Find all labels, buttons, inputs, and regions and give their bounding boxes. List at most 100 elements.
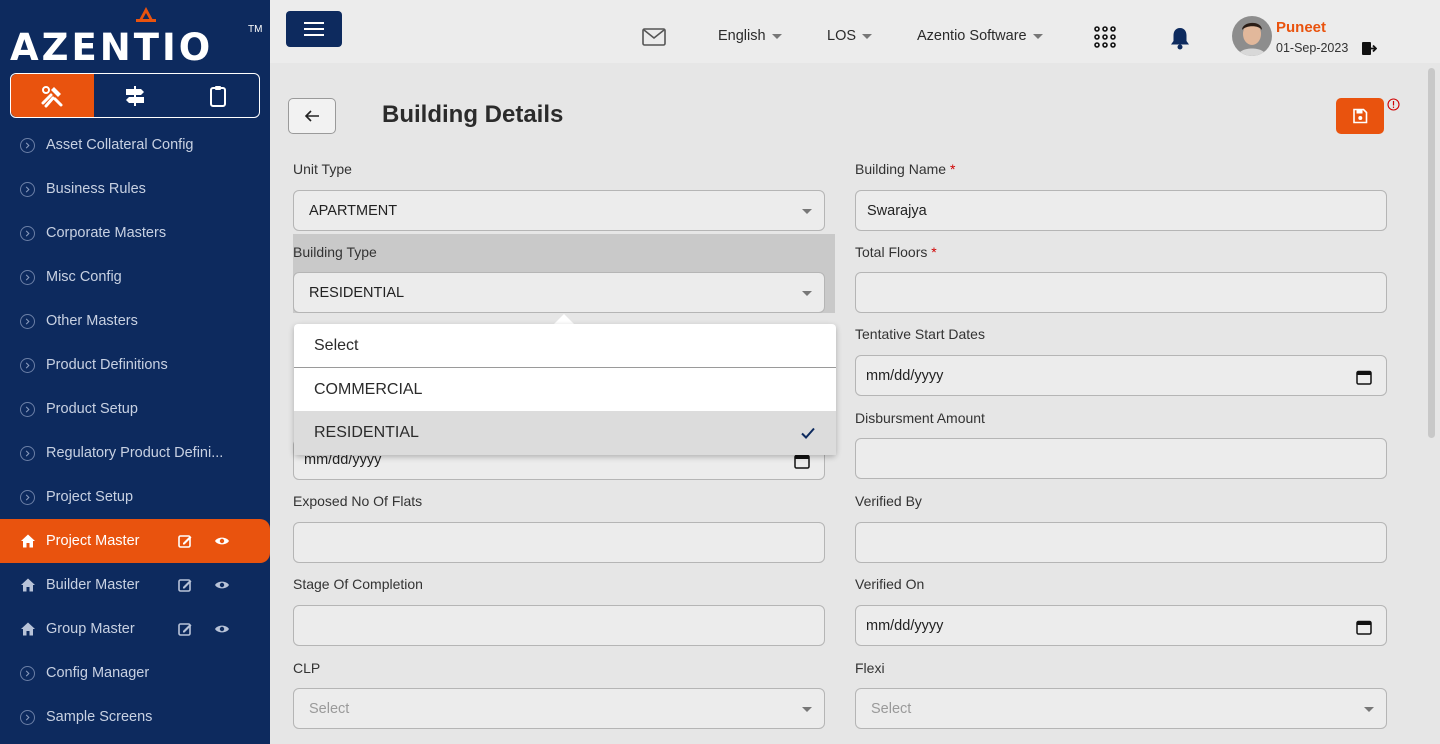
dropdown-option-residential[interactable]: RESIDENTIAL: [294, 411, 836, 455]
apps-grid-icon[interactable]: [1094, 26, 1116, 48]
logout-icon[interactable]: [1361, 41, 1377, 56]
sidebar-item-group-master[interactable]: Group Master: [0, 607, 270, 651]
language-value: English: [718, 28, 766, 44]
stage-of-completion-input[interactable]: [293, 605, 825, 646]
disbursment-amount-input[interactable]: [855, 438, 1387, 479]
brand-name: AZENTIO: [10, 26, 214, 69]
logo-mark-icon: [136, 7, 156, 22]
avatar[interactable]: [1232, 16, 1272, 56]
unit-type-value: APARTMENT: [309, 202, 398, 219]
sidebar-item-label: Config Manager: [46, 665, 150, 681]
tentative-start-dates-input[interactable]: mm/dd/yyyy: [855, 355, 1387, 396]
sidebar-item-builder-master[interactable]: Builder Master: [0, 563, 270, 607]
sidebar: AZENTIO TM Asset Collateral Config Busin…: [0, 0, 270, 744]
bell-icon[interactable]: [1169, 26, 1191, 50]
sidebar-item-sample-screens[interactable]: Sample Screens: [0, 695, 270, 739]
language-dropdown[interactable]: English: [718, 28, 782, 44]
caret-down-icon: [1032, 33, 1043, 39]
save-icon: [1353, 108, 1368, 124]
mode-switch: [10, 73, 260, 118]
back-button[interactable]: [288, 98, 336, 134]
chevron-right-icon: [20, 709, 35, 725]
user-name: Puneet: [1276, 19, 1327, 36]
save-button[interactable]: [1336, 98, 1384, 134]
user-date: 01-Sep-2023: [1276, 41, 1349, 55]
total-floors-input[interactable]: [855, 272, 1387, 313]
building-name-input[interactable]: Swarajya: [855, 190, 1387, 231]
required-asterisk: *: [949, 161, 956, 177]
clipboard-icon: [209, 85, 226, 107]
caret-down-icon: [862, 33, 873, 39]
sidebar-item-label: Project Master: [46, 533, 140, 549]
home-icon: [21, 622, 35, 636]
tentative-start-dates-value: mm/dd/yyyy: [866, 367, 944, 384]
dropdown-option-commercial[interactable]: COMMERCIAL: [294, 368, 836, 412]
building-type-select[interactable]: RESIDENTIAL: [293, 272, 825, 313]
edit-icon[interactable]: [177, 621, 193, 637]
clp-label: CLP: [293, 660, 321, 676]
sidebar-item-business-rules[interactable]: Business Rules: [0, 167, 270, 211]
sidebar-item-other-masters[interactable]: Other Masters: [0, 299, 270, 343]
info-icon[interactable]: [1387, 98, 1400, 111]
verified-by-input[interactable]: [855, 522, 1387, 563]
exposed-no-of-flats-label: Exposed No Of Flats: [293, 493, 423, 509]
chevron-right-icon: [20, 401, 35, 417]
view-icon[interactable]: [214, 577, 230, 593]
sidebar-item-regulatory-product-definitions[interactable]: Regulatory Product Defini...: [0, 431, 270, 475]
view-icon[interactable]: [214, 533, 230, 549]
clp-select[interactable]: Select: [293, 688, 825, 729]
sidebar-item-label: Product Setup: [46, 401, 138, 417]
sidebar-item-label: Project Setup: [46, 489, 134, 505]
sidebar-item-label: Asset Collateral Config: [46, 137, 194, 153]
sidebar-item-asset-collateral-config[interactable]: Asset Collateral Config: [0, 123, 270, 167]
total-floors-label-text: Total Floors: [855, 244, 928, 260]
dropdown-option-select[interactable]: Select: [294, 324, 836, 368]
mode-tools-button[interactable]: [11, 74, 94, 117]
menu-toggle-button[interactable]: [286, 11, 342, 47]
sidebar-item-product-setup[interactable]: Product Setup: [0, 387, 270, 431]
chevron-right-icon: [20, 181, 35, 197]
calendar-icon[interactable]: [1356, 369, 1372, 385]
mail-icon[interactable]: [642, 28, 666, 46]
sidebar-item-product-definitions[interactable]: Product Definitions: [0, 343, 270, 387]
edit-icon[interactable]: [177, 533, 193, 549]
building-type-label: Building Type: [293, 244, 377, 260]
disbursment-amount-label: Disbursment Amount: [855, 410, 985, 426]
chevron-right-icon: [20, 225, 35, 241]
mode-signpost-button[interactable]: [94, 74, 177, 117]
module-dropdown[interactable]: LOS: [827, 28, 873, 44]
flexi-label: Flexi: [855, 660, 885, 676]
scrollbar[interactable]: [1428, 68, 1435, 438]
view-icon[interactable]: [214, 621, 230, 637]
company-dropdown[interactable]: Azentio Software: [917, 28, 1043, 44]
page-title: Building Details: [382, 101, 564, 128]
unit-type-label: Unit Type: [293, 161, 352, 177]
sidebar-item-label: Group Master: [46, 621, 135, 637]
flexi-placeholder: Select: [871, 700, 912, 717]
clp-placeholder: Select: [309, 700, 350, 717]
verified-on-input[interactable]: mm/dd/yyyy: [855, 605, 1387, 646]
item-actions: [177, 563, 230, 607]
sidebar-item-project-master[interactable]: Project Master: [0, 519, 270, 563]
exposed-no-of-flats-input[interactable]: [293, 522, 825, 563]
edit-icon[interactable]: [177, 577, 193, 593]
sidebar-item-misc-config[interactable]: Misc Config: [0, 255, 270, 299]
calendar-icon[interactable]: [794, 453, 810, 469]
calendar-icon[interactable]: [1356, 619, 1372, 635]
sidebar-item-label: Product Definitions: [46, 357, 168, 373]
sidebar-nav: Asset Collateral Config Business Rules C…: [0, 123, 270, 739]
sidebar-item-label: Corporate Masters: [46, 225, 167, 241]
home-icon: [21, 578, 35, 592]
sidebar-item-project-setup[interactable]: Project Setup: [0, 475, 270, 519]
sidebar-item-corporate-masters[interactable]: Corporate Masters: [0, 211, 270, 255]
flexi-select[interactable]: Select: [855, 688, 1387, 729]
sidebar-item-label: Other Masters: [46, 313, 138, 329]
item-actions: [177, 607, 230, 651]
unit-type-select[interactable]: APARTMENT: [293, 190, 825, 231]
sidebar-item-config-manager[interactable]: Config Manager: [0, 651, 270, 695]
building-type-dropdown-menu: Select COMMERCIAL RESIDENTIAL: [294, 324, 836, 455]
option-label: Select: [314, 336, 359, 354]
caret-down-icon: [802, 209, 812, 214]
mode-clipboard-button[interactable]: [176, 74, 259, 117]
chevron-right-icon: [20, 665, 35, 681]
